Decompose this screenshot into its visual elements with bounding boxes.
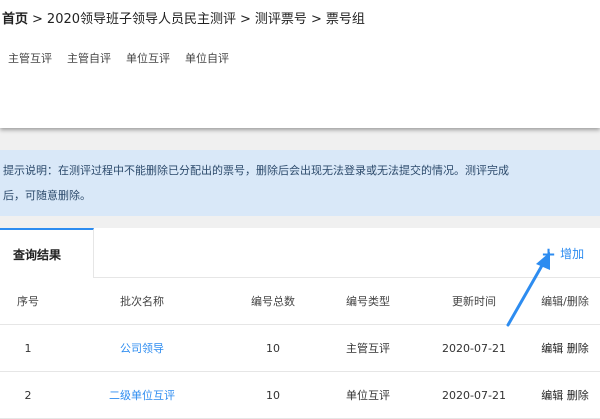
tips-banner: 提示说明：在测评过程中不能删除已分配出的票号，删除后会出现无法登录或无法提交的情…	[0, 150, 600, 216]
cell-updated: 2020-07-21	[442, 341, 506, 355]
delete-link[interactable]: 删除	[567, 389, 589, 402]
breadcrumb-separator: >	[240, 12, 251, 27]
cell-batch-name-link[interactable]: 二级单位互评	[56, 372, 228, 419]
cell-actions: 编辑 删除	[530, 325, 600, 372]
subnav-item-supervisor-mutual[interactable]: 主管互评	[8, 50, 52, 66]
add-button-label: 增加	[560, 247, 585, 261]
sub-navigation: 主管互评 主管自评 单位互评 单位自评	[8, 50, 244, 66]
cell-total: 10	[266, 388, 280, 402]
edit-link[interactable]: 编辑	[541, 389, 563, 402]
arrow-head	[536, 252, 550, 270]
divider-strip	[0, 128, 600, 150]
column-header-index: 序号	[17, 295, 39, 308]
breadcrumb-item-ticket-group: 票号组	[325, 12, 365, 27]
cell-updated: 2020-07-21	[442, 388, 506, 402]
tips-text-line-2: 后，可随意删除。	[3, 189, 91, 202]
cell-index: 1	[24, 341, 32, 355]
column-header-total: 编号总数	[251, 295, 295, 308]
breadcrumb-item-evaluation[interactable]: 2020领导班子领导人员民主测评	[47, 12, 236, 27]
cell-batch-name-link[interactable]: 公司领导	[56, 325, 228, 372]
subnav-item-supervisor-self[interactable]: 主管自评	[67, 50, 111, 66]
tab-query-results[interactable]: 查询结果	[0, 228, 94, 278]
breadcrumb-home[interactable]: 首页	[2, 12, 28, 27]
breadcrumb-separator: >	[310, 12, 322, 27]
cell-index: 2	[24, 388, 32, 402]
column-header-batch-name: 批次名称	[120, 295, 164, 308]
arrow-shaft	[506, 260, 546, 327]
cell-type: 主管互评	[346, 342, 390, 355]
cell-total: 10	[266, 341, 280, 355]
table-row: 1 公司领导 10 主管互评 2020-07-21 编辑 删除	[0, 325, 600, 372]
cell-actions: 编辑 删除	[530, 372, 600, 419]
breadcrumb: 首页 >2020领导班子领导人员民主测评 > 测评票号 > 票号组	[2, 8, 365, 27]
top-panel: 首页 >2020领导班子领导人员民主测评 > 测评票号 > 票号组 主管互评 主管自评 单位互…	[0, 0, 600, 128]
cell-type: 单位互评	[346, 389, 390, 402]
subnav-item-unit-mutual[interactable]: 单位互评	[126, 50, 170, 66]
column-header-type: 编号类型	[346, 295, 390, 308]
subnav-item-unit-self[interactable]: 单位自评	[185, 50, 229, 66]
table-row: 2 二级单位互评 10 单位互评 2020-07-21 编辑 删除	[0, 372, 600, 419]
delete-link[interactable]: 删除	[567, 342, 589, 355]
breadcrumb-separator: >	[32, 12, 43, 27]
edit-link[interactable]: 编辑	[541, 342, 563, 355]
breadcrumb-item-ticket-numbers[interactable]: 测评票号	[255, 12, 307, 27]
tips-text-line-1: 提示说明：在测评过程中不能删除已分配出的票号，删除后会出现无法登录或无法提交的情…	[3, 164, 509, 177]
annotation-arrow-icon	[506, 252, 550, 327]
divider-strip	[0, 216, 600, 228]
